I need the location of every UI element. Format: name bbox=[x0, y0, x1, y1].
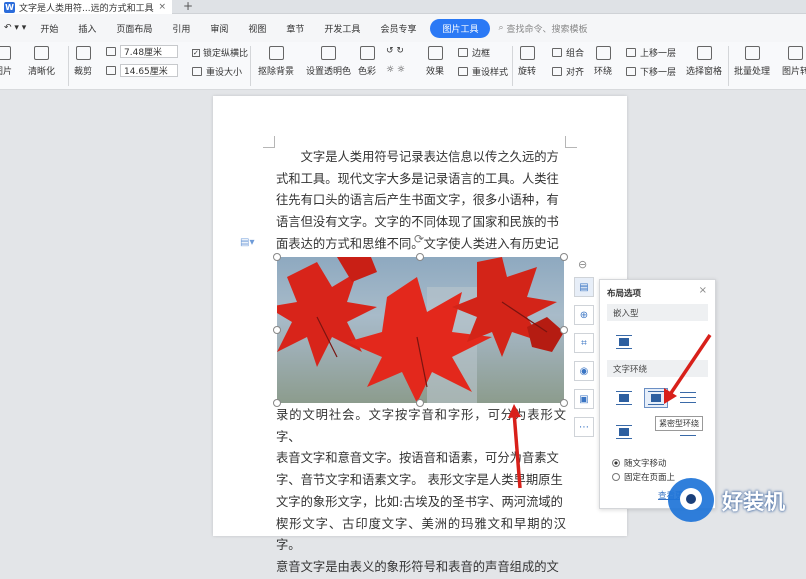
red-arrow bbox=[512, 411, 522, 489]
text-line: 意音文字是由表义的象形符号和表音的声音组成的文 bbox=[276, 559, 559, 574]
site-watermark: 好装机 bbox=[666, 476, 806, 528]
watermark-text: 好装机 bbox=[722, 490, 785, 514]
red-arrowhead bbox=[508, 404, 521, 418]
red-arrow bbox=[667, 334, 712, 397]
watermark-logo-pupil bbox=[686, 494, 696, 504]
red-arrowhead bbox=[664, 388, 677, 404]
annotation-arrows bbox=[508, 334, 712, 489]
